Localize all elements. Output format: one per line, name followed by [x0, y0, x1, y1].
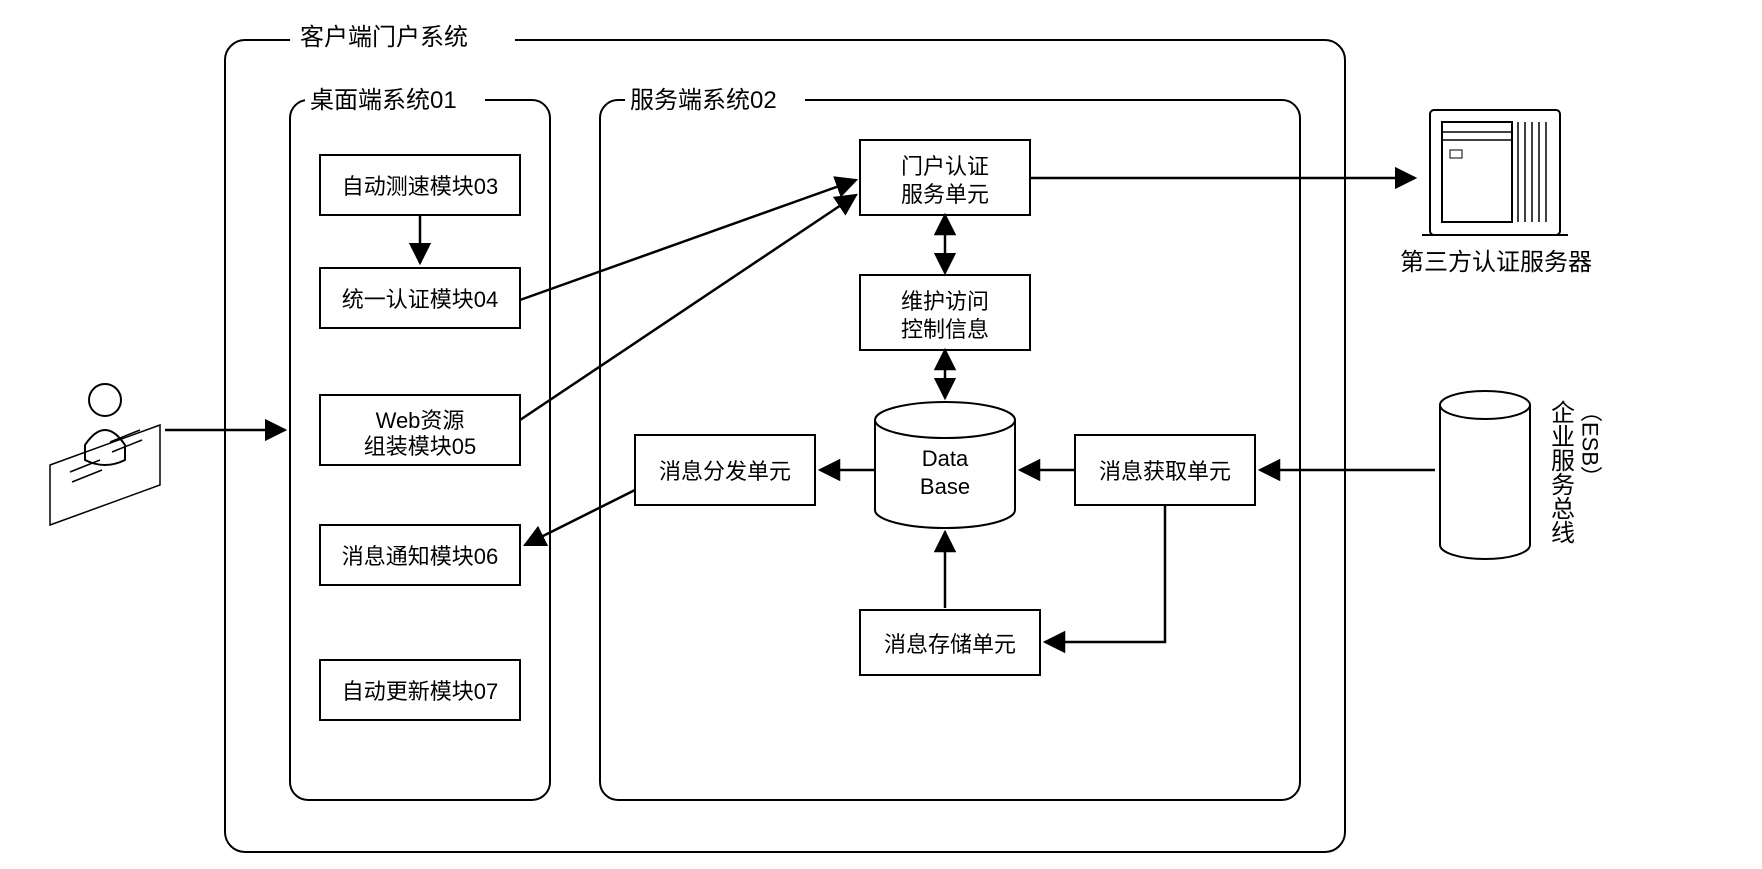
svg-text:Base: Base [920, 474, 970, 499]
arrow-auth-to-portal [520, 180, 856, 300]
esb-label-main: 企业服务总线 [1547, 400, 1575, 544]
third-party-server-icon [1422, 110, 1568, 235]
architecture-diagram: 客户端门户系统 桌面端系统01 自动测速模块03 统一认证模块04 Web资源 … [0, 0, 1762, 869]
desktop-title: 桌面端系统01 [310, 87, 457, 114]
third-party-label: 第三方认证服务器 [1400, 249, 1592, 276]
esb-icon [1440, 391, 1530, 559]
database: Data Base [875, 402, 1015, 528]
esb-label-sub: （ESB） [1578, 400, 1603, 488]
arrow-dispatch-to-notify [525, 490, 635, 545]
svg-text:服务单元: 服务单元 [901, 182, 989, 207]
svg-text:Data: Data [922, 446, 969, 471]
svg-text:统一认证模块04: 统一认证模块04 [342, 287, 498, 312]
svg-text:门户认证: 门户认证 [901, 154, 989, 179]
svg-text:自动测速模块03: 自动测速模块03 [342, 174, 498, 199]
svg-text:消息分发单元: 消息分发单元 [659, 459, 791, 484]
svg-text:自动更新模块07: 自动更新模块07 [342, 679, 498, 704]
svg-text:消息通知模块06: 消息通知模块06 [342, 544, 498, 569]
svg-text:消息存储单元: 消息存储单元 [884, 632, 1016, 657]
svg-text:控制信息: 控制信息 [901, 317, 989, 342]
portal-title: 客户端门户系统 [300, 24, 468, 51]
svg-text:维护访问: 维护访问 [901, 289, 989, 314]
user-icon [50, 384, 160, 525]
svg-text:消息获取单元: 消息获取单元 [1099, 459, 1231, 484]
arrow-fetch-store [1045, 505, 1165, 642]
svg-text:组装模块05: 组装模块05 [364, 434, 476, 459]
server-title: 服务端系统02 [630, 87, 777, 114]
arrow-web-to-portal [520, 195, 856, 420]
svg-text:Web资源: Web资源 [376, 408, 465, 433]
